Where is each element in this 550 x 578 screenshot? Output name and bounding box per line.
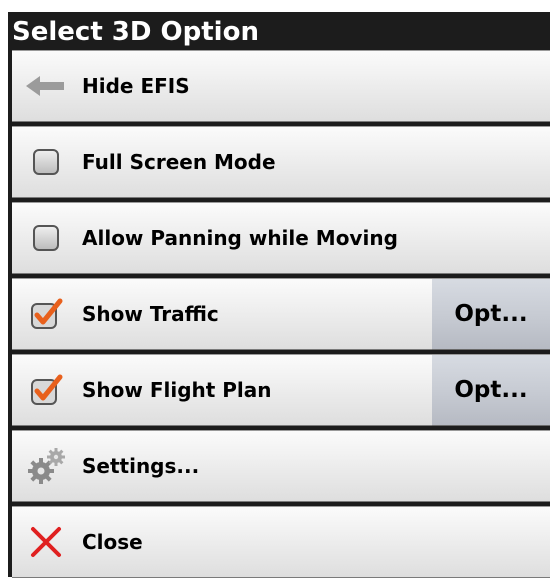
show-flight-plan-option[interactable]: Show Flight Plan [12,354,432,426]
allow-panning-label: Allow Panning while Moving [82,226,398,250]
settings-label: Settings... [82,454,200,478]
gears-icon [26,446,66,486]
close-button[interactable]: Close [12,506,550,578]
close-label: Close [82,530,143,554]
arrow-left-icon [26,66,66,106]
checkbox-checked-icon[interactable] [26,294,66,334]
checkbox-unchecked-icon[interactable] [26,142,66,182]
show-flight-plan-label: Show Flight Plan [82,378,272,402]
flight-plan-options-button[interactable]: Opt... [432,354,550,426]
hide-efis-label: Hide EFIS [82,74,190,98]
show-traffic-option[interactable]: Show Traffic [12,278,432,350]
allow-panning-option[interactable]: Allow Panning while Moving [12,202,550,274]
select-3d-option-dialog: Select 3D Option Hide EFIS Full Screen M… [8,12,550,578]
checkbox-unchecked-icon[interactable] [26,218,66,258]
checkbox-checked-icon[interactable] [26,370,66,410]
traffic-options-button[interactable]: Opt... [432,278,550,350]
settings-button[interactable]: Settings... [12,430,550,502]
show-traffic-label: Show Traffic [82,302,219,326]
hide-efis-button[interactable]: Hide EFIS [12,50,550,122]
dialog-title: Select 3D Option [12,17,259,47]
full-screen-mode-label: Full Screen Mode [82,150,276,174]
close-x-icon [26,522,66,562]
full-screen-mode-option[interactable]: Full Screen Mode [12,126,550,198]
